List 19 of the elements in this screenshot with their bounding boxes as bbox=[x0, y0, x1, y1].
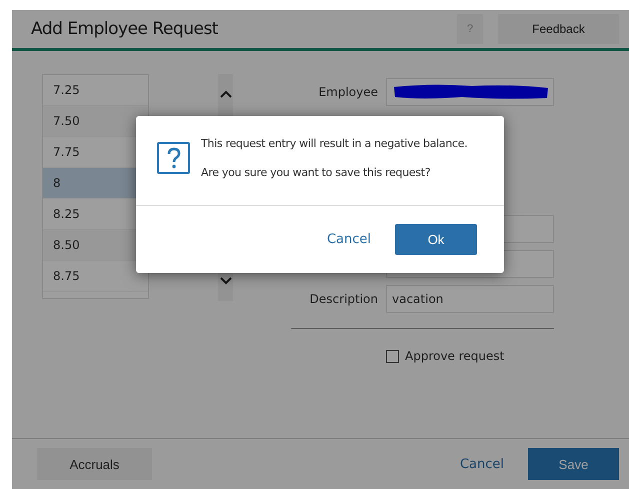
window-title: Add Employee Request bbox=[31, 19, 219, 39]
chevron-up-icon[interactable] bbox=[220, 90, 232, 98]
accruals-button[interactable]: Accruals bbox=[37, 448, 152, 480]
ok-button[interactable]: Ok bbox=[395, 224, 477, 255]
save-button[interactable]: Save bbox=[528, 448, 619, 480]
cancel-link[interactable]: Cancel bbox=[460, 456, 504, 472]
field-label: Description bbox=[308, 292, 378, 306]
employee-field[interactable] bbox=[386, 78, 554, 106]
checkbox-label: Approve request bbox=[405, 349, 504, 363]
checkbox[interactable] bbox=[386, 350, 399, 362]
description-field[interactable]: vacation bbox=[386, 284, 554, 312]
dialog-question: Are you sure you want to save this request? bbox=[201, 166, 432, 179]
list-item[interactable]: 7.50 bbox=[43, 106, 148, 137]
chevron-down-icon[interactable] bbox=[220, 277, 232, 285]
dialog-message: This request entry will result in a negative balance. bbox=[201, 137, 468, 150]
question-icon bbox=[157, 142, 190, 174]
feedback-button[interactable]: Feedback bbox=[498, 14, 619, 44]
field-label: Employee bbox=[318, 84, 378, 98]
cancel-link[interactable]: Cancel bbox=[326, 232, 371, 247]
